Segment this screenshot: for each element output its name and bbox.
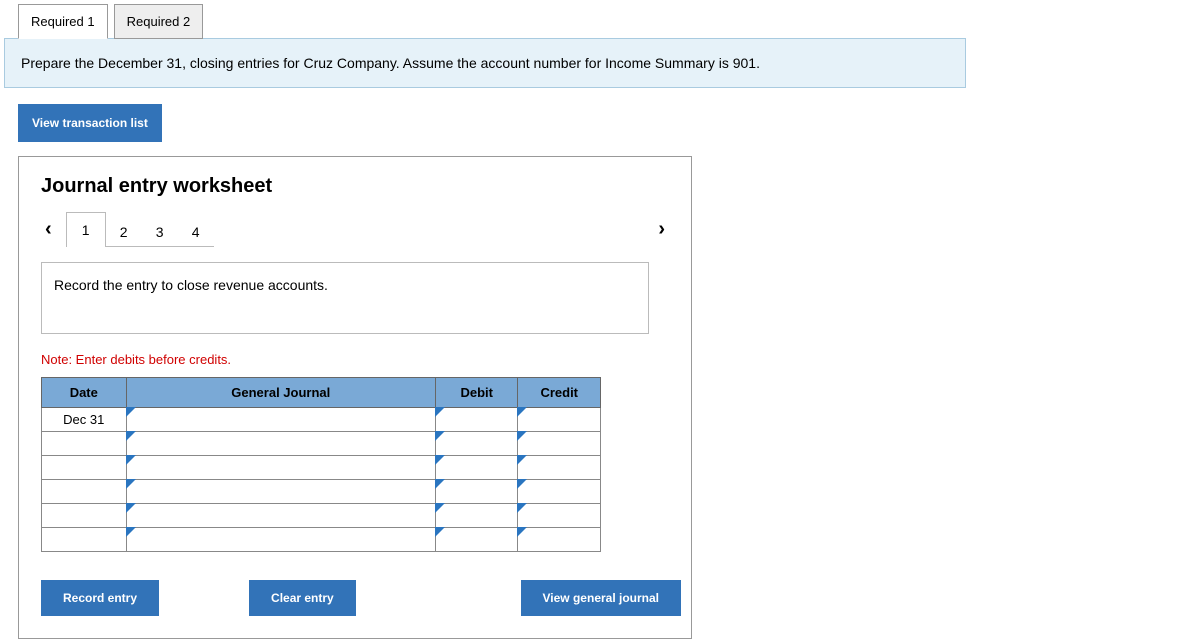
general-journal-cell[interactable] — [126, 528, 435, 552]
date-cell[interactable] — [42, 504, 127, 528]
date-cell[interactable] — [42, 456, 127, 480]
journal-worksheet: Journal entry worksheet ‹ 1 2 3 4 › Reco… — [18, 156, 692, 639]
chevron-left-icon[interactable]: ‹ — [41, 218, 56, 241]
credit-cell[interactable] — [518, 408, 601, 432]
debit-cell[interactable] — [435, 528, 518, 552]
action-buttons-row: Record entry Clear entry View general jo… — [41, 580, 681, 616]
col-header-general-journal: General Journal — [126, 378, 435, 408]
worksheet-step-nav: ‹ 1 2 3 4 › — [41, 212, 669, 246]
step-tab-1[interactable]: 1 — [66, 212, 106, 247]
debit-cell[interactable] — [435, 504, 518, 528]
date-cell[interactable]: Dec 31 — [42, 408, 127, 432]
journal-table: Date General Journal Debit Credit Dec 31 — [41, 377, 601, 552]
step-tab-2[interactable]: 2 — [106, 218, 142, 247]
debit-cell[interactable] — [435, 432, 518, 456]
general-journal-cell[interactable] — [126, 456, 435, 480]
table-row — [42, 456, 601, 480]
general-journal-cell[interactable] — [126, 432, 435, 456]
required-tabs: Required 1 Required 2 — [4, 4, 1200, 39]
debit-cell[interactable] — [435, 456, 518, 480]
tab-required-2[interactable]: Required 2 — [114, 4, 204, 39]
step-tabs: 1 2 3 4 — [66, 212, 214, 247]
debit-cell[interactable] — [435, 480, 518, 504]
general-journal-cell[interactable] — [126, 408, 435, 432]
col-header-date: Date — [42, 378, 127, 408]
date-cell[interactable] — [42, 432, 127, 456]
debit-cell[interactable] — [435, 408, 518, 432]
tab-required-1[interactable]: Required 1 — [18, 4, 108, 39]
table-row — [42, 504, 601, 528]
step-instruction: Record the entry to close revenue accoun… — [41, 262, 649, 334]
col-header-debit: Debit — [435, 378, 518, 408]
table-row — [42, 528, 601, 552]
credit-cell[interactable] — [518, 504, 601, 528]
instruction-bar: Prepare the December 31, closing entries… — [4, 38, 966, 88]
chevron-right-icon[interactable]: › — [654, 218, 669, 241]
credit-cell[interactable] — [518, 480, 601, 504]
date-cell[interactable] — [42, 480, 127, 504]
worksheet-title: Journal entry worksheet — [41, 175, 669, 198]
date-cell[interactable] — [42, 528, 127, 552]
general-journal-cell[interactable] — [126, 504, 435, 528]
clear-entry-button[interactable]: Clear entry — [249, 580, 356, 616]
step-tab-4[interactable]: 4 — [178, 218, 214, 247]
view-transaction-list-button[interactable]: View transaction list — [18, 104, 162, 142]
credit-cell[interactable] — [518, 432, 601, 456]
credit-cell[interactable] — [518, 528, 601, 552]
table-row — [42, 480, 601, 504]
view-general-journal-button[interactable]: View general journal — [521, 580, 681, 616]
credit-cell[interactable] — [518, 456, 601, 480]
general-journal-cell[interactable] — [126, 480, 435, 504]
debits-before-credits-note: Note: Enter debits before credits. — [41, 352, 669, 367]
table-row: Dec 31 — [42, 408, 601, 432]
col-header-credit: Credit — [518, 378, 601, 408]
step-tab-3[interactable]: 3 — [142, 218, 178, 247]
record-entry-button[interactable]: Record entry — [41, 580, 159, 616]
table-row — [42, 432, 601, 456]
